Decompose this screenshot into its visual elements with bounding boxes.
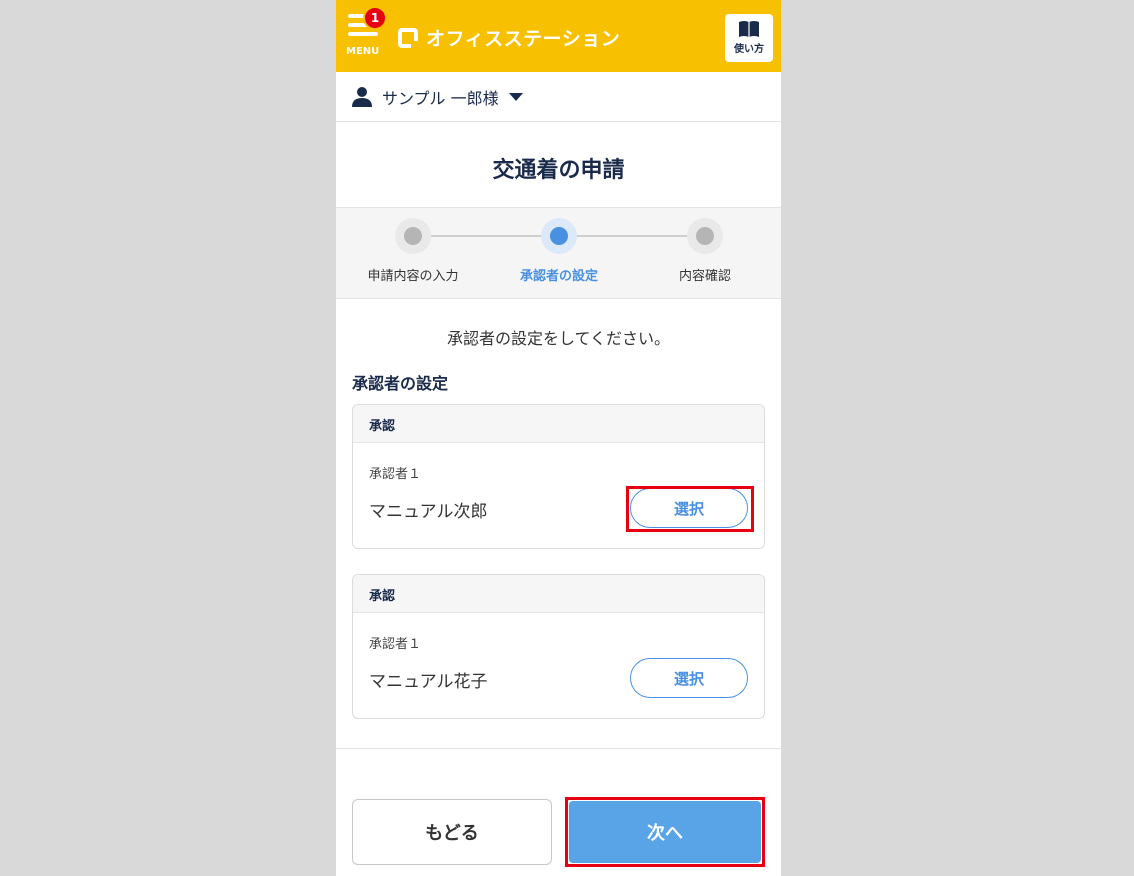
page-title: 交通着の申請 — [492, 158, 625, 183]
next-button[interactable]: 次へ — [569, 801, 761, 863]
logo-icon — [398, 27, 418, 48]
approver-name: マニュアル次郎 — [369, 502, 488, 522]
user-bar: サンプル 一郎様 — [336, 72, 781, 122]
step-dot — [550, 227, 568, 245]
mobile-app-screen: MENU 1 オフィスステーション 使い方 サンプル 一郎様 交通着の申請 申請… — [336, 0, 781, 876]
back-button[interactable]: もどる — [352, 799, 552, 865]
step-indicator-1 — [395, 218, 431, 254]
step-label-confirm: 内容確認 — [678, 269, 731, 284]
user-icon — [352, 87, 372, 107]
select-approver-button[interactable]: 選択 — [630, 488, 748, 528]
user-name: サンプル 一郎様 — [382, 89, 499, 108]
caret-down-icon — [508, 93, 523, 101]
step-label-input: 申請内容の入力 — [367, 269, 459, 284]
step-dot — [404, 227, 422, 245]
step-connector — [431, 235, 541, 237]
card-header: 承認 — [353, 405, 764, 443]
approver-label: 承認者１ — [369, 467, 422, 482]
hamburger-icon-bar — [348, 32, 378, 36]
divider — [336, 748, 781, 749]
menu-label: MENU — [346, 46, 380, 57]
approver-name: マニュアル花子 — [369, 672, 488, 692]
step-indicator-3 — [687, 218, 723, 254]
guide-button[interactable]: 使い方 — [725, 14, 773, 62]
instruction-text: 承認者の設定をしてください。 — [446, 329, 671, 348]
guide-label: 使い方 — [734, 44, 764, 55]
step-dot — [696, 227, 714, 245]
step-indicator-2 — [541, 218, 577, 254]
section-heading: 承認者の設定 — [352, 374, 449, 393]
app-name: オフィスステーション — [426, 28, 621, 50]
progress-steps: 申請内容の入力 承認者の設定 内容確認 — [336, 208, 781, 299]
notification-badge: 1 — [363, 6, 387, 30]
select-approver-button[interactable]: 選択 — [630, 658, 748, 698]
app-logo: オフィスステーション — [398, 24, 620, 51]
step-label-approver: 承認者の設定 — [519, 269, 598, 284]
card-header: 承認 — [353, 575, 764, 613]
step-connector — [577, 235, 687, 237]
app-header: MENU 1 オフィスステーション 使い方 — [336, 0, 781, 72]
approval-card: 承認 承認者１ マニュアル花子 選択 — [352, 574, 765, 719]
book-icon — [739, 21, 759, 37]
title-area: 交通着の申請 — [336, 122, 781, 208]
approver-label: 承認者１ — [369, 637, 422, 652]
user-menu[interactable]: サンプル 一郎様 — [352, 85, 523, 109]
approval-card: 承認 承認者１ マニュアル次郎 選択 — [352, 404, 765, 549]
